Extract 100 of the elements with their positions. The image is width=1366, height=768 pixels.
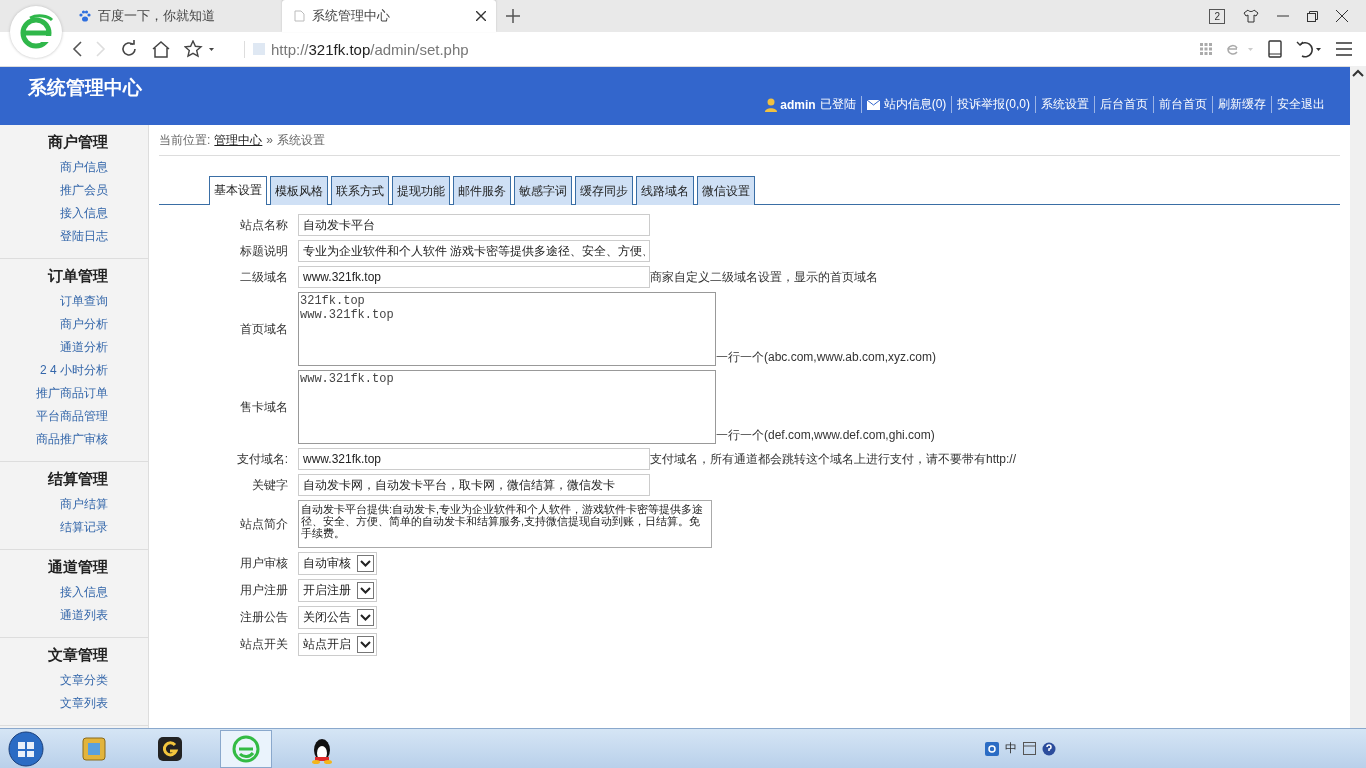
- field-label: 售卡域名: [239, 398, 288, 416]
- close-icon[interactable]: [1336, 10, 1348, 22]
- window-count[interactable]: 2: [1209, 8, 1225, 24]
- mail-icon: [866, 99, 880, 110]
- field-label: 站点简介: [239, 515, 288, 533]
- menu-icon[interactable]: [1336, 42, 1352, 56]
- input-method[interactable]: 中: [1005, 740, 1017, 757]
- domain-list-field[interactable]: www.321fk.top: [298, 370, 716, 444]
- sidebar-item[interactable]: 接入信息: [60, 581, 108, 604]
- sidebar-item[interactable]: 登陆日志: [60, 225, 108, 248]
- header-link[interactable]: 站内信息(0): [860, 96, 952, 113]
- settings-tab[interactable]: 线路域名: [636, 176, 694, 205]
- text-field[interactable]: 自动发卡平台: [298, 214, 650, 236]
- field-label: 二级域名: [239, 268, 288, 286]
- scrollbar[interactable]: [1350, 66, 1366, 728]
- login-status: 已登陆: [819, 96, 856, 113]
- breadcrumb-current: 系统设置: [277, 131, 326, 149]
- close-icon[interactable]: [476, 11, 486, 21]
- menu-heading: 通道管理: [48, 557, 108, 577]
- sidebar-item[interactable]: 订单查询: [60, 290, 108, 313]
- dropdown[interactable]: 开启注册: [298, 579, 377, 602]
- restore-icon[interactable]: [1307, 10, 1318, 22]
- back-icon[interactable]: [72, 41, 82, 57]
- address-field[interactable]: http://321fk.top/admin/set.php: [244, 40, 469, 58]
- text-field[interactable]: 专业为企业软件和个人软件 游戏卡密等提供多途径、安全、方便、: [298, 240, 650, 262]
- settings-tab[interactable]: 模板风格: [270, 176, 328, 205]
- sidebar-item[interactable]: 商户结算: [60, 493, 108, 516]
- browser-tab[interactable]: 百度一下，你就知道: [68, 0, 282, 32]
- field-label: 用户审核: [239, 555, 288, 572]
- description-field[interactable]: 自动发卡平台提供:自动发卡,专业为企业软件和个人软件，游戏软件卡密等提供多途径、安全、方便、简单的自动发卡和结算服务,支持微信提现自动到账，日结算。免手续费。: [298, 500, 712, 548]
- menu-heading: 文章管理: [48, 645, 108, 665]
- username: admin: [780, 97, 816, 112]
- settings-tab[interactable]: 敏感字词: [514, 176, 572, 205]
- sidebar-item[interactable]: 推广会员: [60, 179, 108, 202]
- sidebar-item[interactable]: 商户分析: [60, 313, 108, 336]
- caret-icon: [357, 636, 374, 653]
- breadcrumb-label: 当前位置:: [159, 131, 211, 149]
- sidebar-item[interactable]: 推广商品订单: [36, 382, 108, 405]
- search-icon[interactable]: [985, 741, 999, 756]
- undo-icon[interactable]: [1296, 40, 1322, 58]
- site-title: 系统管理中心: [27, 76, 142, 100]
- help-icon[interactable]: [1042, 741, 1056, 756]
- text-field[interactable]: 自动发卡网，自动发卡平台，取卡网，微信结算，微信发卡: [298, 474, 650, 496]
- text-field[interactable]: www.321fk.top: [298, 448, 650, 470]
- shirt-icon[interactable]: [1243, 9, 1259, 23]
- dropdown[interactable]: 站点开启: [298, 633, 377, 656]
- header-link[interactable]: 前台首页: [1153, 96, 1212, 113]
- sidebar-item[interactable]: 平台商品管理: [36, 405, 108, 428]
- sidebar-item[interactable]: 商户信息: [60, 156, 108, 179]
- dropdown[interactable]: 关闭公告: [298, 606, 377, 629]
- tablet-icon[interactable]: [1268, 40, 1282, 58]
- browser-logo-icon: [10, 6, 62, 58]
- settings-tab[interactable]: 邮件服务: [453, 176, 511, 205]
- sidebar-item[interactable]: 通道列表: [60, 604, 108, 627]
- home-icon[interactable]: [152, 40, 170, 58]
- refresh-icon[interactable]: [120, 40, 138, 58]
- sidebar-item[interactable]: 接入信息: [60, 202, 108, 225]
- field-label: 首页域名: [239, 320, 288, 338]
- header-link[interactable]: 投诉举报(0,0): [951, 96, 1035, 113]
- user-icon: [765, 97, 778, 112]
- sidebar-item[interactable]: 商品推广审核: [36, 428, 108, 451]
- sidebar-item[interactable]: 2 4 小时分析: [40, 359, 108, 382]
- window-icon[interactable]: [1023, 742, 1036, 755]
- settings-tab[interactable]: 基本设置: [209, 176, 267, 205]
- settings-tab[interactable]: 缓存同步: [575, 176, 633, 205]
- settings-tab[interactable]: 微信设置: [697, 176, 755, 205]
- header-link[interactable]: 安全退出: [1271, 96, 1330, 113]
- star-icon[interactable]: [184, 40, 214, 58]
- header-link[interactable]: 刷新缓存: [1212, 96, 1271, 113]
- dropdown[interactable]: 自动审核: [298, 552, 377, 575]
- start-orb-icon[interactable]: [8, 730, 44, 767]
- paw-icon: [78, 9, 92, 23]
- field-hint: 支付域名，所有通道都会跳转这个域名上进行支付，请不要带有http://: [650, 450, 1017, 468]
- settings-tab[interactable]: 提现功能: [392, 176, 450, 205]
- header-link[interactable]: 系统设置: [1035, 96, 1094, 113]
- caret-icon: [357, 582, 374, 599]
- menu-heading: 结算管理: [48, 469, 108, 489]
- field-label: 用户注册: [239, 582, 288, 599]
- field-hint: 一行一个(abc.com,www.ab.com,xyz.com): [716, 349, 937, 366]
- breadcrumb-link[interactable]: 管理中心: [214, 131, 263, 149]
- field-label: 站点名称: [239, 216, 288, 234]
- field-hint: 一行一个(def.com,www.def.com,ghi.com): [716, 427, 935, 444]
- menu-heading: 订单管理: [48, 266, 108, 286]
- browser-tab[interactable]: 系统管理中心: [282, 0, 496, 32]
- site-icon: [253, 43, 265, 55]
- sidebar-item[interactable]: 通道分析: [60, 336, 108, 359]
- field-label: 注册公告: [239, 609, 288, 626]
- field-label: 关键字: [251, 476, 288, 494]
- sidebar-item[interactable]: 文章分类: [60, 669, 108, 692]
- sidebar-item[interactable]: 结算记录: [60, 516, 108, 539]
- sidebar-item[interactable]: 文章列表: [60, 692, 108, 715]
- text-field[interactable]: www.321fk.top: [298, 266, 650, 288]
- field-label: 站点开关: [239, 636, 288, 653]
- caret-icon: [357, 609, 374, 626]
- folder-window-icon: [80, 734, 108, 763]
- settings-tab[interactable]: 联系方式: [331, 176, 389, 205]
- header-link[interactable]: 后台首页: [1094, 96, 1153, 113]
- domain-list-field[interactable]: 321fk.top www.321fk.top: [298, 292, 716, 366]
- g-logo-icon: [156, 734, 184, 763]
- breadcrumb-separator: »: [266, 133, 274, 147]
